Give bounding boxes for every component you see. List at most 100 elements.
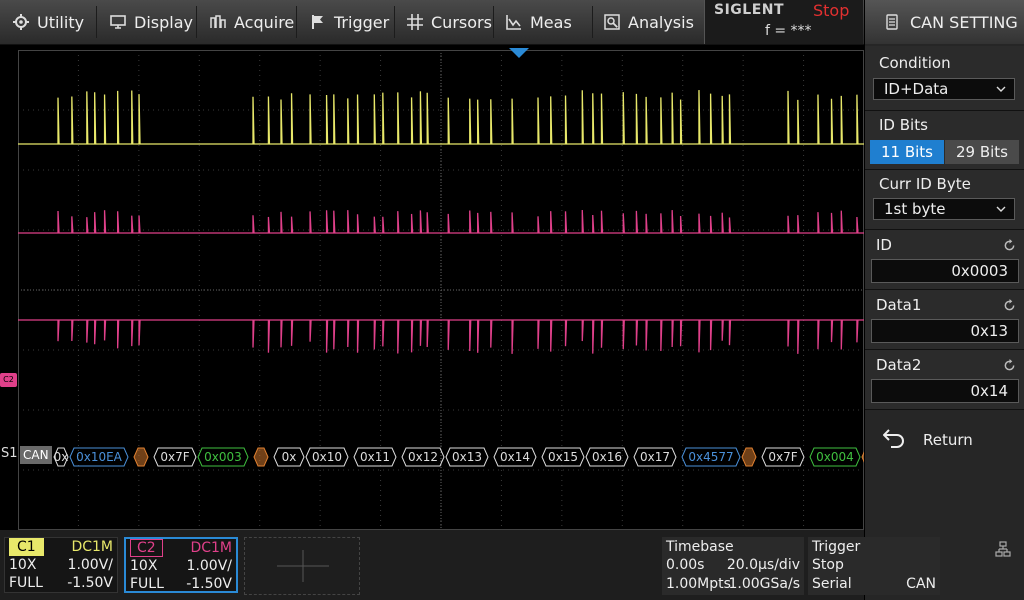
can-decode-bus: CAN 0x 0x10EA 0x7F 0x003 0x 0x10 0x11 0x12 0x13 0x… — [20, 446, 864, 467]
display-icon — [110, 15, 126, 29]
condition-section: Condition ID+Data — [865, 46, 1024, 111]
acquire-icon — [210, 15, 226, 28]
decode-frame-label-17: 0x7F — [768, 450, 797, 464]
decode-frame-label-11: 0x14 — [500, 450, 530, 464]
menu-trigger[interactable]: Trigger — [310, 0, 389, 44]
menu-acquire[interactable]: Acquire — [210, 0, 294, 44]
panel-header: CAN SETTING — [865, 0, 1024, 44]
menu-divider — [196, 6, 197, 38]
ch2-scale: 1.00V/ — [186, 558, 232, 574]
refresh-icon[interactable] — [1003, 239, 1016, 252]
cursors-icon — [407, 14, 423, 30]
ch1-row-1: C1 DC1M — [9, 538, 113, 556]
curr-id-byte-value: 1st byte — [884, 200, 946, 218]
decode-frame-label-0: 0x — [54, 450, 69, 464]
menu-utility[interactable]: Utility — [13, 0, 84, 44]
id-bits-11-option[interactable]: 11 Bits — [870, 140, 944, 164]
return-button[interactable]: Return — [865, 410, 1024, 470]
trigger-label: Trigger — [812, 539, 861, 555]
ch1-bandwidth: FULL — [9, 575, 43, 591]
menu-divider — [493, 6, 494, 38]
ch2-row-3: FULL -1.50V — [130, 575, 232, 593]
menu-divider — [592, 6, 593, 38]
ch2-name: C2 — [130, 539, 163, 557]
decode-frame-label-3: 0x7F — [160, 450, 189, 464]
timebase-sample-rate: 1.00GSa/s — [728, 576, 801, 592]
timebase-row-3: 1.00Mpts 1.00GSa/s — [666, 575, 800, 593]
channel-1-info[interactable]: C1 DC1M 10X 1.00V/ FULL -1.50V — [4, 537, 118, 593]
timebase-scale: 20.0µs/div — [726, 557, 800, 573]
decode-frame-2 — [133, 447, 149, 467]
decode-frame-19 — [861, 451, 864, 463]
channel-2-info[interactable]: C2 DC1M 10X 1.00V/ FULL -1.50V — [124, 537, 238, 593]
timebase-row-2: 0.00s 20.0µs/div — [666, 556, 800, 574]
condition-label: Condition — [879, 54, 951, 72]
menu-trigger-label: Trigger — [334, 12, 390, 32]
menu-divider — [296, 6, 297, 38]
timebase-row-1: Timebase — [666, 538, 800, 556]
decode-frame-label-9: 0x12 — [408, 450, 438, 464]
menu-divider — [394, 6, 395, 38]
crosshair-icon — [277, 550, 329, 582]
frequency-readout: f = *** — [765, 23, 812, 39]
decode-frame-label-8: 0x11 — [360, 450, 390, 464]
data1-value-field[interactable]: 0x13 — [871, 319, 1019, 343]
ch1-probe: 10X — [9, 557, 37, 573]
add-channel-slot[interactable] — [244, 537, 360, 595]
brand-logo: SIGLENT — [714, 2, 785, 18]
menu-acquire-label: Acquire — [234, 12, 295, 32]
decode-frame-label-7: 0x10 — [312, 450, 342, 464]
protocol-tag-label: CAN — [23, 448, 49, 462]
menu-meas[interactable]: Meas — [506, 0, 572, 44]
menu-meas-label: Meas — [530, 12, 572, 32]
id-value-field[interactable]: 0x0003 — [871, 259, 1019, 283]
trigger-info[interactable]: Trigger Stop Serial CAN — [808, 537, 940, 595]
curr-id-byte-select[interactable]: 1st byte — [873, 198, 1015, 220]
refresh-icon[interactable] — [1003, 299, 1016, 312]
condition-select[interactable]: ID+Data — [873, 78, 1015, 100]
curr-id-byte-label: Curr ID Byte — [879, 175, 971, 193]
timebase-memory: 1.00Mpts — [666, 576, 731, 592]
data2-label: Data2 — [876, 356, 922, 374]
menu-analysis[interactable]: Analysis — [604, 0, 694, 44]
status-box[interactable]: SIGLENT Stop f = *** — [704, 0, 863, 44]
ch1-offset: -1.50V — [67, 575, 113, 591]
document-icon — [886, 14, 898, 30]
decode-frame-label-6: 0x — [282, 450, 297, 464]
decode-frame-label-18: 0x004 — [816, 450, 854, 464]
menu-cursors[interactable]: Cursors — [407, 0, 492, 44]
return-label: Return — [923, 431, 973, 449]
ch1-name: C1 — [9, 538, 44, 556]
trigger-row-1: Trigger — [812, 538, 936, 556]
trigger-flag-icon — [312, 15, 323, 29]
data2-value-field[interactable]: 0x14 — [871, 379, 1019, 403]
serial-bus-label: S1 — [1, 446, 18, 461]
condition-value: ID+Data — [884, 80, 949, 98]
ch2-coupling: DC1M — [190, 540, 232, 556]
decode-frame-label-4: 0x003 — [204, 450, 242, 464]
menu-analysis-label: Analysis — [628, 12, 694, 32]
network-icon[interactable] — [995, 541, 1011, 557]
run-state: Stop — [813, 1, 850, 20]
decode-frame-label-15: 0x4577 — [688, 450, 733, 464]
ch2-row-1: C2 DC1M — [130, 539, 232, 557]
menu-display[interactable]: Display — [110, 0, 193, 44]
decode-frame-5 — [253, 447, 269, 467]
timebase-info[interactable]: Timebase 0.00s 20.0µs/div 1.00Mpts 1.00G… — [662, 537, 804, 595]
channel-2-offset-marker[interactable]: C2 — [0, 373, 17, 387]
decode-frame-label-10: 0x13 — [452, 450, 482, 464]
id-bits-29-option[interactable]: 29 Bits — [945, 140, 1019, 164]
curr-id-byte-section: Curr ID Byte 1st byte — [865, 170, 1024, 230]
meas-icon — [506, 15, 521, 30]
timebase-label: Timebase — [666, 539, 734, 555]
ch1-row-2: 10X 1.00V/ — [9, 556, 113, 574]
trigger-position-marker[interactable] — [509, 48, 529, 60]
menu-bar: Utility Display Acquire Trigger Cursors … — [0, 0, 864, 45]
refresh-icon[interactable] — [1003, 359, 1016, 372]
ch2-row-2: 10X 1.00V/ — [130, 557, 232, 575]
menu-divider — [96, 6, 97, 38]
data1-section: Data1 0x13 — [865, 290, 1024, 350]
trigger-row-2: Stop — [812, 556, 936, 574]
right-panel: CAN SETTING Condition ID+Data ID Bits 11… — [865, 0, 1024, 600]
trigger-state: Stop — [812, 557, 844, 573]
